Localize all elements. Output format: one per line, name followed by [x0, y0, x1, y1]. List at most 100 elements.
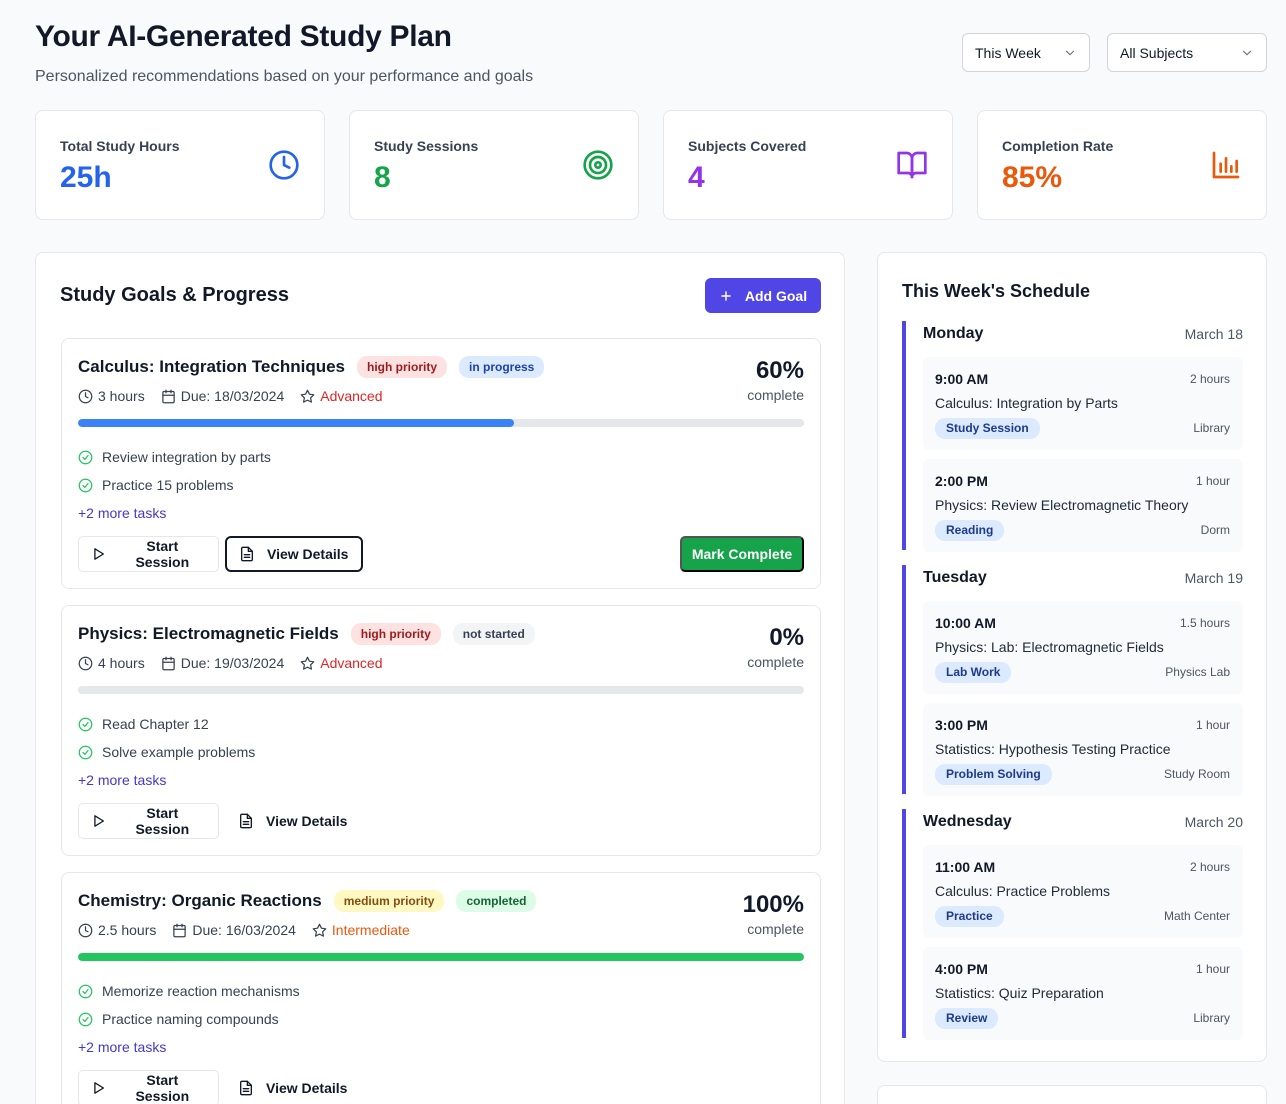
more-tasks-link[interactable]: +2 more tasks — [78, 1033, 300, 1061]
stat-value: 85% — [1002, 161, 1063, 194]
bar-chart-icon — [1212, 151, 1240, 179]
session-time: 4:00 PM — [935, 961, 988, 977]
mark-complete-button[interactable]: Mark Complete — [680, 536, 804, 572]
goal-header: Calculus: Integration Techniques high pr… — [78, 356, 545, 378]
play-icon — [94, 548, 105, 560]
stat-value: 4 — [688, 161, 705, 194]
view-details-button[interactable]: View Details — [225, 1070, 363, 1104]
goal-due-text: Due: 19/03/2024 — [180, 655, 285, 671]
schedule-session[interactable]: 2:00 PM 1 hour Physics: Review Electroma… — [923, 459, 1243, 552]
session-type-badge: Problem Solving — [935, 764, 1052, 785]
check-circle-icon — [78, 1012, 93, 1026]
goal-hours-text: 4 hours — [98, 655, 145, 671]
goal-title: Physics: Electromagnetic Fields — [78, 624, 339, 643]
check-circle-icon — [78, 717, 93, 731]
chevron-down-icon — [1065, 50, 1075, 55]
goal-level-text: Intermediate — [331, 922, 410, 938]
subject-select[interactable]: All Subjects — [1107, 33, 1267, 72]
session-time: 11:00 AM — [935, 859, 996, 875]
goal-percent-label: complete — [747, 654, 804, 670]
clock-icon — [78, 389, 93, 403]
check-circle-icon — [78, 984, 93, 998]
schedule-session[interactable]: 4:00 PM 1 hour Statistics: Quiz Preparat… — [923, 947, 1243, 1040]
task-list: Memorize reaction mechanisms Practice na… — [78, 977, 300, 1061]
goal-hours: 4 hours — [78, 655, 145, 671]
start-session-button[interactable]: Start Session — [78, 1070, 219, 1104]
clock-icon — [269, 150, 299, 180]
period-select[interactable]: This Week — [962, 33, 1090, 72]
page-title: Your AI-Generated Study Plan — [35, 20, 452, 53]
session-title: Statistics: Hypothesis Testing Practice — [935, 741, 1171, 757]
view-details-button[interactable]: View Details — [225, 536, 363, 572]
more-tasks-link[interactable]: +2 more tasks — [78, 499, 271, 527]
status-badge: completed — [456, 890, 537, 912]
goal-percent-label: complete — [747, 387, 804, 403]
session-type-badge: Reading — [935, 520, 1005, 541]
session-title: Calculus: Integration by Parts — [935, 395, 1118, 411]
session-location: Study Room — [1163, 767, 1230, 781]
calendar-icon — [161, 656, 175, 670]
task-item: Review integration by parts — [78, 443, 271, 471]
goal-percent: 60% complete — [747, 357, 804, 403]
page-subtitle: Personalized recommendations based on yo… — [35, 68, 534, 85]
session-title: Physics: Review Electromagnetic Theory — [935, 497, 1189, 513]
session-duration: 1 hour — [1195, 718, 1230, 732]
goal-percent: 100% complete — [743, 891, 804, 937]
stat-card-subjects: Subjects Covered 4 — [663, 110, 953, 220]
goal-hours-text: 3 hours — [98, 388, 145, 404]
secondary-panel — [877, 1085, 1267, 1104]
goal-header: Physics: Electromagnetic Fields high pri… — [78, 623, 535, 645]
goal-hours-text: 2.5 hours — [98, 922, 157, 938]
day-header: Tuesday March 19 — [923, 565, 1243, 591]
stat-label: Study Sessions — [374, 138, 479, 154]
goal-actions: Start Session View Details — [78, 803, 363, 839]
goal-title: Calculus: Integration Techniques — [78, 357, 345, 376]
task-item: Solve example problems — [78, 738, 255, 766]
goals-panel: Study Goals & Progress Add Goal Calculus… — [35, 252, 845, 1104]
session-location: Physics Lab — [1165, 665, 1230, 679]
add-goal-button[interactable]: Add Goal — [705, 278, 821, 313]
stat-label: Completion Rate — [1002, 138, 1114, 154]
view-details-button[interactable]: View Details — [225, 803, 363, 839]
goal-actions: Start Session View Details — [78, 1070, 363, 1104]
goal-level-text: Advanced — [320, 388, 383, 404]
goal-due: Due: 16/03/2024 — [172, 922, 296, 938]
study-plan-page: Your AI-Generated Study Plan Personalize… — [0, 0, 1286, 1104]
schedule-session[interactable]: 11:00 AM 2 hours Calculus: Practice Prob… — [923, 845, 1243, 938]
play-icon — [94, 1082, 105, 1094]
priority-badge: medium priority — [333, 890, 445, 912]
start-session-button[interactable]: Start Session — [78, 536, 219, 572]
filters: This Week All Subjects — [962, 33, 1267, 72]
task-item: Practice 15 problems — [78, 471, 271, 499]
session-type-badge: Practice — [935, 906, 1004, 927]
more-tasks-link[interactable]: +2 more tasks — [78, 766, 255, 794]
day-header: Monday March 18 — [923, 321, 1243, 347]
start-session-label: Start Session — [135, 538, 190, 570]
goal-card: Chemistry: Organic Reactions medium prio… — [61, 872, 821, 1104]
schedule-session[interactable]: 9:00 AM 2 hours Calculus: Integration by… — [923, 357, 1243, 450]
schedule-session[interactable]: 10:00 AM 1.5 hours Physics: Lab: Electro… — [923, 601, 1243, 694]
view-details-label: View Details — [266, 1080, 348, 1096]
star-icon — [312, 923, 327, 937]
session-time: 10:00 AM — [935, 615, 996, 631]
stat-card-sessions: Study Sessions 8 — [349, 110, 639, 220]
document-icon — [241, 546, 253, 562]
schedule-session[interactable]: 3:00 PM 1 hour Statistics: Hypothesis Te… — [923, 703, 1243, 796]
start-session-button[interactable]: Start Session — [78, 803, 219, 839]
plus-icon — [721, 290, 731, 301]
goal-card: Physics: Electromagnetic Fields high pri… — [61, 605, 821, 856]
schedule-day: Monday March 18 9:00 AM 2 hours Calculus… — [902, 321, 1243, 552]
goal-level: Advanced — [300, 655, 383, 671]
calendar-icon — [173, 923, 187, 937]
goal-header: Chemistry: Organic Reactions medium prio… — [78, 890, 537, 912]
session-location: Math Center — [1163, 909, 1230, 923]
task-text: Practice 15 problems — [102, 477, 234, 493]
progress-bar — [78, 419, 804, 427]
task-text: Review integration by parts — [102, 449, 271, 465]
day-name: Tuesday — [923, 569, 987, 586]
schedule-day: Wednesday March 20 11:00 AM 2 hours Calc… — [902, 809, 1243, 1040]
session-duration: 2 hours — [1189, 860, 1230, 874]
status-badge: not started — [452, 623, 535, 645]
progress-fill — [78, 419, 514, 427]
book-open-icon — [897, 151, 927, 179]
